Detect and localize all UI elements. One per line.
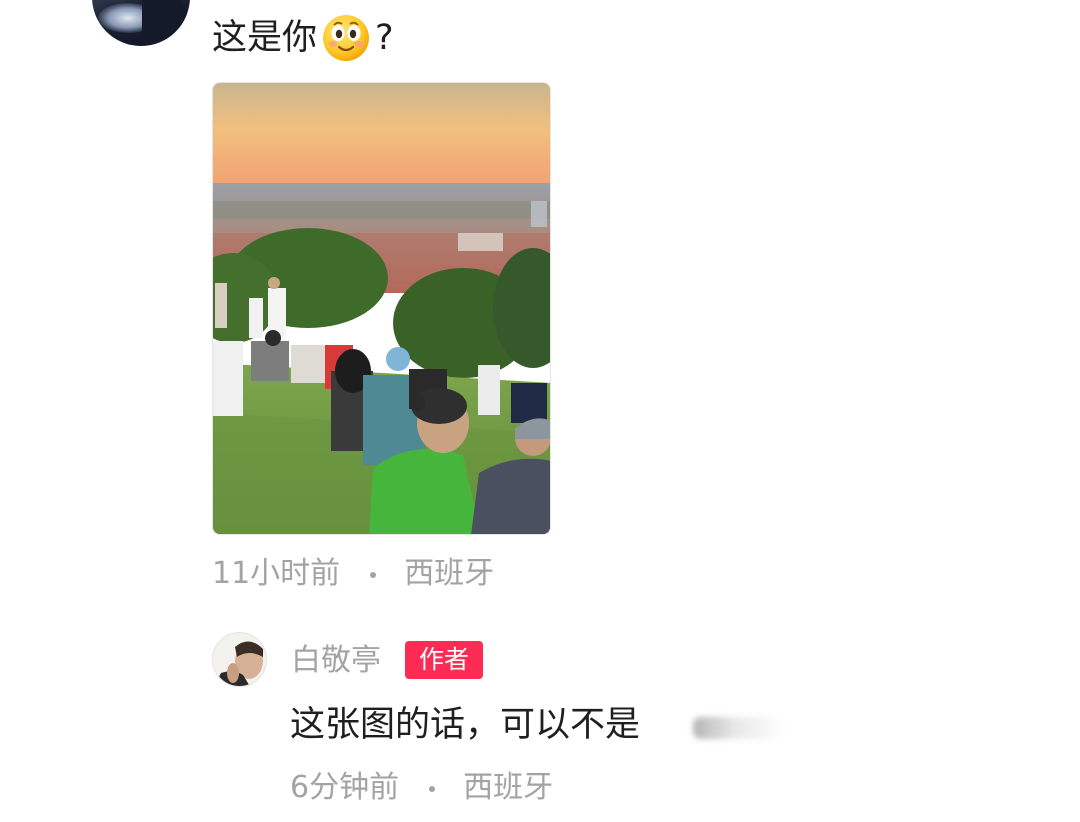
reply-time: 6分钟前 — [290, 770, 400, 805]
separator-dot — [370, 571, 377, 578]
comment-suffix: ? — [375, 18, 394, 58]
reply-text: 这张图的话，可以不是 — [290, 705, 641, 745]
comment-text: 这是你 ? — [212, 12, 394, 64]
reply-location: 西班牙 — [463, 770, 554, 805]
smiling-face-emoji-icon — [323, 15, 370, 61]
comment-body: 这是你 — [212, 18, 318, 58]
blurred-text-trail — [693, 717, 785, 739]
reply-meta: 6分钟前 西班牙 — [290, 768, 553, 808]
comment-location: 西班牙 — [404, 556, 495, 591]
comment-time: 11小时前 — [212, 556, 341, 591]
author-badge: 作者 — [405, 641, 483, 679]
author-portrait — [213, 633, 266, 686]
avatar-silhouette — [142, 0, 190, 46]
photo-scene — [213, 83, 550, 534]
separator-dot — [429, 785, 436, 792]
comment-photo[interactable] — [212, 82, 551, 535]
comment-meta: 11小时前 西班牙 — [212, 554, 494, 594]
author-username[interactable]: 白敬亭 — [291, 640, 381, 682]
author-avatar[interactable] — [212, 632, 267, 687]
commenter-avatar[interactable] — [92, 0, 190, 46]
